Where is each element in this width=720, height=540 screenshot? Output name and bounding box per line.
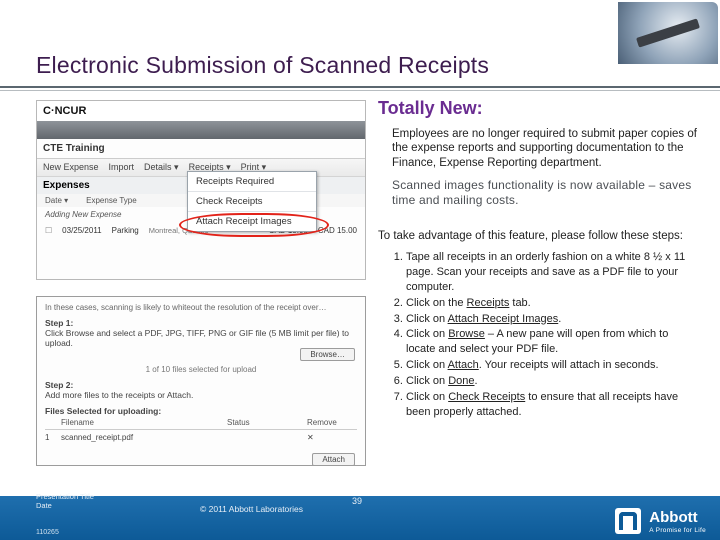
attach-button[interactable]: Attach [312,453,355,466]
presentation-title: Presentation Title [36,492,94,501]
col-date: Date ▾ [45,196,68,205]
abbott-logo: Abbott A Promise for Life [615,508,706,534]
rule-light [0,90,720,91]
step-4: Click on Browse – A new pane will open f… [406,327,700,357]
cell-date: 03/25/2011 [62,226,101,235]
col-filename: Filename [61,418,227,427]
abbott-tagline: A Promise for Life [649,527,706,534]
row-remove[interactable]: ✕ [307,433,357,442]
step-3: Click on Attach Receipt Images. [406,312,700,327]
upload-columns: Filename Status Remove [45,416,357,430]
rule [0,86,720,88]
slide-number: 39 [352,496,362,506]
col-remove: Remove [307,418,357,427]
receipts-menu: Receipts Required Check Receipts Attach … [187,171,317,232]
browse-button[interactable]: Browse… [300,348,355,361]
step1-text: Click Browse and select a PDF, JPG, TIFF… [45,328,357,348]
abbott-wordmark: Abbott [649,509,697,526]
step2-text: Add more files to the receipts or Attach… [45,390,357,400]
step2-label: Step 2: [45,380,73,390]
step1-label: Step 1: [45,318,73,328]
cell-type: Parking [112,226,139,235]
upload-screenshot: In these cases, scanning is likely to wh… [36,296,366,466]
cell-req: CAD 15.00 [318,226,357,235]
report-name: CTE Training [37,139,365,159]
btn-import[interactable]: Import [109,162,135,173]
step-7: Click on Check Receipts to ensure that a… [406,390,700,420]
upload-row: 1 scanned_receipt.pdf ✕ [45,430,357,445]
presentation-date: Date [36,501,52,510]
col-type: Expense Type [86,196,137,205]
menu-check-receipts[interactable]: Check Receipts [188,191,316,211]
step-2: Click on the Receipts tab. [406,296,700,311]
step-1: Tape all receipts in an orderly fashion … [406,250,700,295]
col-status: Status [227,418,307,427]
menu-attach-receipt-images[interactable]: Attach Receipt Images [188,211,316,231]
btn-new-expense[interactable]: New Expense [43,162,99,173]
follow-steps-intro: To take advantage of this feature, pleas… [378,230,700,242]
step-6: Click on Done. [406,374,700,389]
steps-list: Tape all receipts in an orderly fashion … [406,250,700,419]
menu-receipts-required[interactable]: Receipts Required [188,172,316,191]
uploading-heading: Files Selected for uploading: [45,406,357,416]
concur-logo: C·NCUR [37,101,365,121]
content-column: Totally New: Employees are no longer req… [378,98,700,420]
row-idx: 1 [45,433,61,442]
footer-left: Presentation Title Date [36,492,94,510]
footer: Presentation Title Date © 2011 Abbott La… [0,496,720,540]
files-selected-text: 1 of 10 files selected for upload [45,365,357,374]
concur-screenshot: C·NCUR CTE Training New Expense Import D… [36,100,366,280]
scanned-paragraph: Scanned images functionality is now avai… [378,178,700,208]
concur-nav [37,121,365,139]
step-5: Click on Attach. Your receipts will atta… [406,358,700,373]
btn-details[interactable]: Details ▾ [144,162,179,173]
totally-new-heading: Totally New: [378,98,700,119]
doc-id: 110265 [36,529,59,536]
intro-paragraph: Employees are no longer required to subm… [378,127,700,170]
row-filename: scanned_receipt.pdf [61,433,227,442]
slide-title: Electronic Submission of Scanned Receipt… [36,52,684,79]
row-status [227,433,307,442]
upload-intro: In these cases, scanning is likely to wh… [45,303,357,312]
copyright: © 2011 Abbott Laboratories [200,504,303,514]
abbott-mark-icon [615,508,641,534]
title-wrap: Electronic Submission of Scanned Receipt… [0,52,720,79]
